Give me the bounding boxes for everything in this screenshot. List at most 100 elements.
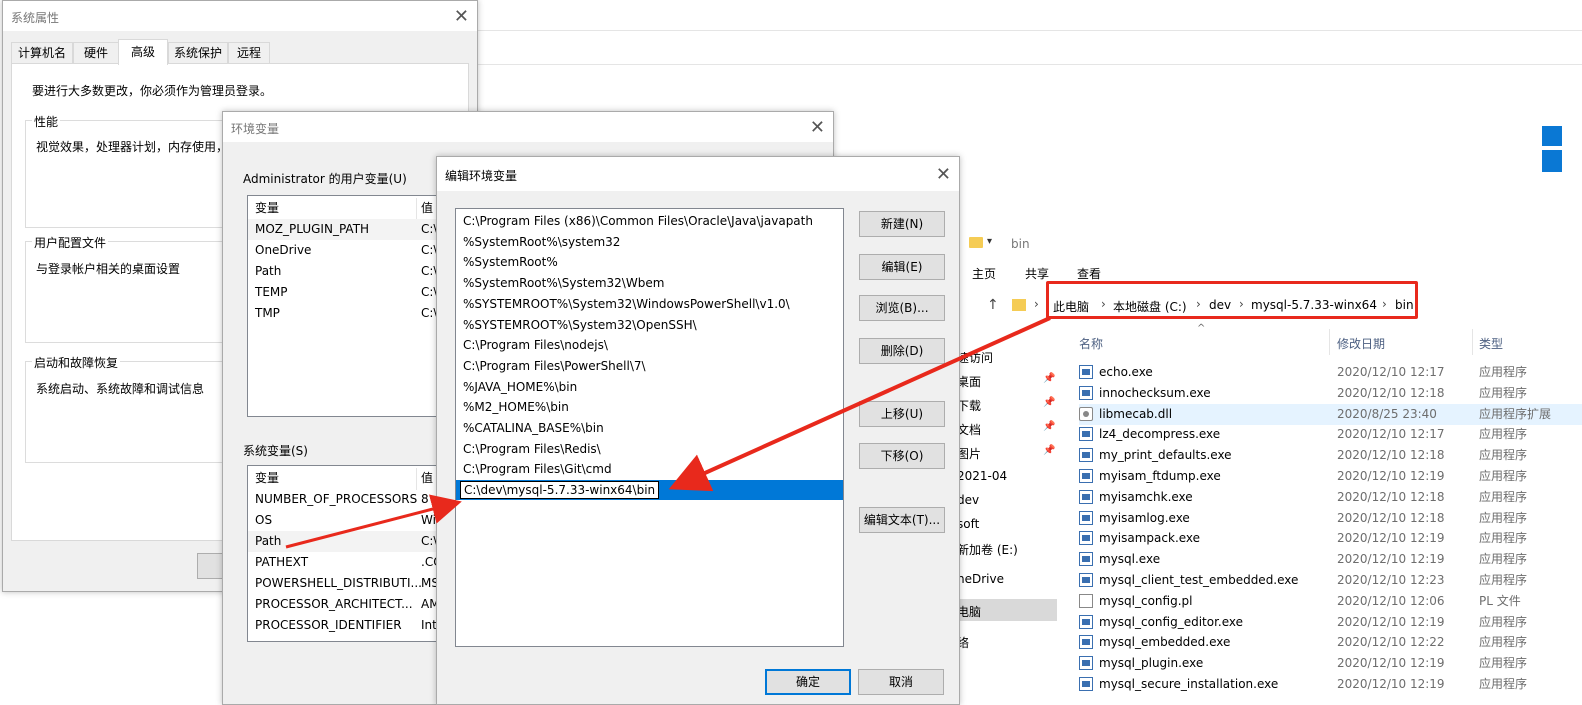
file-row[interactable]: my_print_defaults.exe 2020/12/10 12:18 应… bbox=[1079, 445, 1582, 466]
user-variable-row[interactable]: MOZ_PLUGIN_PATH bbox=[248, 219, 438, 240]
path-entry[interactable]: C:\Program Files\Git\cmd bbox=[456, 459, 843, 479]
cancel-button[interactable]: 取消 bbox=[858, 669, 944, 695]
close-icon[interactable]: ✕ bbox=[936, 164, 951, 185]
variable-value: C:\ bbox=[421, 534, 438, 548]
browse-button[interactable]: 浏览(B)... bbox=[859, 295, 945, 321]
background-window-divider-2 bbox=[477, 64, 1582, 65]
nav-item-documents[interactable]: 文档 bbox=[957, 421, 981, 438]
system-variable-row[interactable]: PATHEXT bbox=[248, 552, 438, 573]
path-entry[interactable]: C:\Program Files\PowerShell\7\ bbox=[456, 356, 843, 376]
user-variable-row[interactable]: Path bbox=[248, 261, 438, 282]
nav-item-2021-04[interactable]: 2021-04 bbox=[957, 469, 1007, 483]
ribbon-tab-home[interactable]: 主页 bbox=[972, 265, 996, 282]
breadcrumb-this-pc[interactable]: 此电脑 bbox=[1053, 298, 1089, 315]
nav-item-volume-e[interactable]: 新加卷 (E:) bbox=[957, 541, 1018, 558]
tab-remote[interactable]: 远程 bbox=[228, 42, 270, 63]
path-entry[interactable]: C:\Program Files\nodejs\ bbox=[456, 335, 843, 355]
ok-button[interactable]: 确定 bbox=[765, 669, 851, 695]
column-header-name[interactable]: 名称 bbox=[1079, 335, 1103, 352]
file-row[interactable]: myisamchk.exe 2020/12/10 12:18 应用程序 bbox=[1079, 487, 1582, 508]
user-variable-row[interactable]: TEMP bbox=[248, 282, 438, 303]
ribbon-tab-share[interactable]: 共享 bbox=[1025, 265, 1049, 282]
edit-button[interactable]: 编辑(E) bbox=[859, 254, 945, 280]
column-header-variable[interactable]: 变量 bbox=[248, 468, 438, 489]
column-header-variable[interactable]: 变量 bbox=[248, 198, 438, 219]
file-row[interactable]: myisam_ftdump.exe 2020/12/10 12:19 应用程序 bbox=[1079, 466, 1582, 487]
tab-advanced[interactable]: 高级 bbox=[118, 39, 168, 65]
exe-file-icon bbox=[1079, 573, 1093, 587]
path-entry[interactable]: %JAVA_HOME%\bin bbox=[456, 377, 843, 397]
dropdown-icon[interactable]: ▾ bbox=[987, 236, 992, 247]
move-down-button[interactable]: 下移(O) bbox=[859, 443, 945, 469]
variable-value: 8 bbox=[421, 492, 429, 506]
tab-system-protection[interactable]: 系统保护 bbox=[168, 42, 228, 63]
up-arrow-icon[interactable]: ↑ bbox=[987, 297, 999, 313]
path-entry[interactable]: %M2_HOME%\bin bbox=[456, 397, 843, 417]
file-date: 2020/12/10 12:18 bbox=[1337, 385, 1445, 400]
user-variable-row[interactable]: TMP bbox=[248, 303, 438, 324]
close-icon[interactable]: ✕ bbox=[454, 6, 469, 27]
path-entry[interactable]: %SYSTEMROOT%\System32\WindowsPowerShell\… bbox=[456, 294, 843, 314]
breadcrumb-mysql[interactable]: mysql-5.7.33-winx64 bbox=[1251, 298, 1377, 312]
file-row[interactable]: mysql_embedded.exe 2020/12/10 12:22 应用程序 bbox=[1079, 632, 1582, 653]
column-header-date[interactable]: 修改日期 bbox=[1337, 335, 1385, 352]
nav-item-this-pc[interactable]: 电脑 bbox=[957, 599, 1057, 621]
nav-item-pictures[interactable]: 图片 bbox=[957, 445, 981, 462]
move-up-button[interactable]: 上移(U) bbox=[859, 401, 945, 427]
system-variable-row[interactable]: NUMBER_OF_PROCESSORS bbox=[248, 489, 438, 510]
breadcrumb-bin[interactable]: bin bbox=[1395, 298, 1414, 312]
breadcrumb[interactable]: 此电脑 › 本地磁盘 (C:) › dev › mysql-5.7.33-win… bbox=[1046, 281, 1418, 319]
path-entry[interactable]: %SYSTEMROOT%\System32\OpenSSH\ bbox=[456, 315, 843, 335]
nav-item-desktop[interactable]: 桌面 bbox=[957, 373, 981, 390]
path-entry-selected[interactable]: C:\dev\mysql-5.7.33-winx64\bin bbox=[456, 480, 843, 501]
breadcrumb-dev[interactable]: dev bbox=[1209, 298, 1231, 312]
nav-item-quick-access[interactable]: 速访问 bbox=[957, 349, 993, 366]
tab-computer-name[interactable]: 计算机名 bbox=[11, 42, 73, 63]
file-row[interactable]: echo.exe 2020/12/10 12:17 应用程序 bbox=[1079, 362, 1582, 383]
nav-item-downloads[interactable]: 下载 bbox=[957, 397, 981, 414]
chevron-right-icon: › bbox=[1239, 297, 1244, 311]
file-type: 应用程序 bbox=[1479, 510, 1528, 525]
file-row[interactable]: innochecksum.exe 2020/12/10 12:18 应用程序 bbox=[1079, 383, 1582, 404]
path-entry[interactable]: %SystemRoot%\System32\Wbem bbox=[456, 273, 843, 293]
path-entry[interactable]: %CATALINA_BASE%\bin bbox=[456, 418, 843, 438]
system-variable-row[interactable]: POWERSHELL_DISTRIBUTI... bbox=[248, 573, 438, 594]
edit-text-button[interactable]: 编辑文本(T)... bbox=[859, 507, 945, 533]
file-row[interactable]: libmecab.dll 2020/8/25 23:40 应用程序扩展 bbox=[1079, 403, 1582, 425]
path-entry[interactable]: %SystemRoot% bbox=[456, 252, 843, 272]
path-entry[interactable]: C:\Program Files (x86)\Common Files\Orac… bbox=[456, 211, 843, 231]
file-row[interactable]: myisampack.exe 2020/12/10 12:19 应用程序 bbox=[1079, 528, 1582, 549]
admin-note: 要进行大多数更改，你必须作为管理员登录。 bbox=[32, 84, 273, 98]
file-row[interactable]: lz4_decompress.exe 2020/12/10 12:17 应用程序 bbox=[1079, 424, 1582, 445]
delete-button[interactable]: 删除(D) bbox=[859, 338, 945, 364]
file-row[interactable]: mysql_config.pl 2020/12/10 12:06 PL 文件 bbox=[1079, 591, 1582, 612]
system-variable-row[interactable]: PROCESSOR_IDENTIFIER bbox=[248, 615, 438, 636]
path-entry-edit-input[interactable]: C:\dev\mysql-5.7.33-winx64\bin bbox=[460, 481, 660, 500]
file-date: 2020/12/10 12:18 bbox=[1337, 510, 1445, 525]
system-variable-row[interactable]: OS bbox=[248, 510, 438, 531]
file-row[interactable]: mysql_config_editor.exe 2020/12/10 12:19… bbox=[1079, 612, 1582, 633]
column-header-value[interactable]: 值 bbox=[414, 468, 438, 489]
file-row[interactable]: mysql.exe 2020/12/10 12:19 应用程序 bbox=[1079, 549, 1582, 570]
path-entry[interactable]: %SystemRoot%\system32 bbox=[456, 232, 843, 252]
column-header-type[interactable]: 类型 bbox=[1479, 335, 1503, 352]
file-row[interactable]: mysql_client_test_embedded.exe 2020/12/1… bbox=[1079, 570, 1582, 591]
system-variable-row[interactable]: PROCESSOR_ARCHITECT... bbox=[248, 594, 438, 615]
close-icon[interactable]: ✕ bbox=[810, 117, 825, 138]
file-row[interactable]: myisamlog.exe 2020/12/10 12:18 应用程序 bbox=[1079, 508, 1582, 529]
folder-icon bbox=[969, 237, 983, 248]
path-entry[interactable]: C:\Program Files\Redis\ bbox=[456, 439, 843, 459]
column-header-value[interactable]: 值 bbox=[414, 198, 438, 219]
nav-item-dev[interactable]: dev bbox=[957, 493, 979, 507]
file-row[interactable]: mysql_plugin.exe 2020/12/10 12:19 应用程序 bbox=[1079, 653, 1582, 674]
tab-hardware[interactable]: 硬件 bbox=[73, 42, 119, 63]
file-row[interactable]: mysql_secure_installation.exe 2020/12/10… bbox=[1079, 674, 1582, 695]
nav-item-onedrive[interactable]: neDrive bbox=[957, 572, 1004, 586]
ribbon-tab-view[interactable]: 查看 bbox=[1077, 265, 1101, 282]
exe-file-icon bbox=[1079, 469, 1093, 483]
breadcrumb-drive-c[interactable]: 本地磁盘 (C:) bbox=[1113, 298, 1187, 315]
user-variable-row[interactable]: OneDrive bbox=[248, 240, 438, 261]
new-button[interactable]: 新建(N) bbox=[859, 211, 945, 237]
nav-item-soft[interactable]: soft bbox=[957, 517, 979, 531]
system-variable-row[interactable]: Path bbox=[248, 531, 438, 552]
